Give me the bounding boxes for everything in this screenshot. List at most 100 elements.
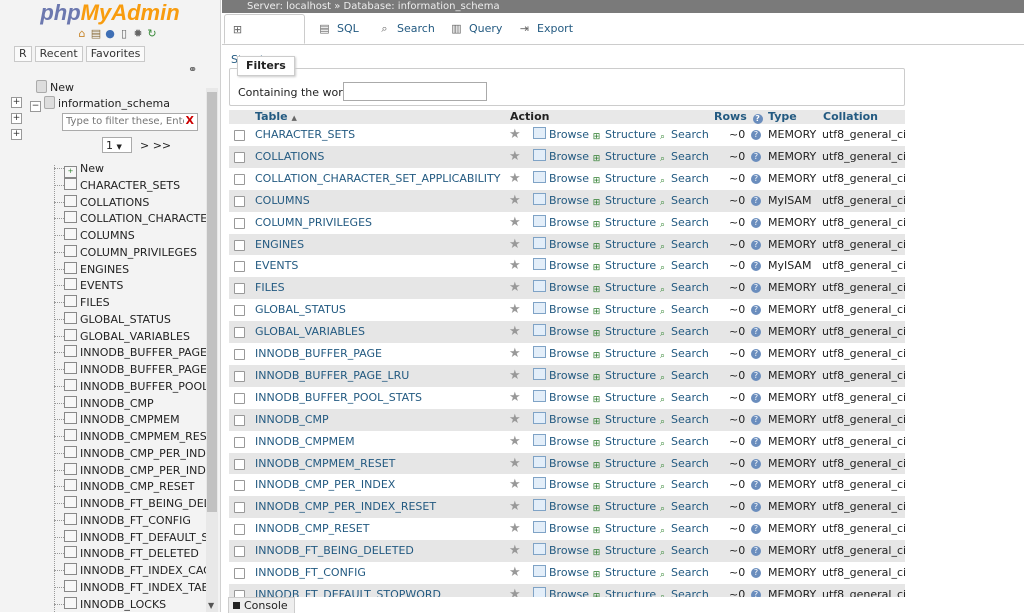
help-icon[interactable]: ● [104, 28, 116, 40]
tree-table-item[interactable]: INNODB_CMP [54, 396, 154, 411]
help-icon[interactable]: ? [751, 415, 761, 425]
row-checkbox[interactable] [234, 152, 245, 163]
row-checkbox[interactable] [234, 261, 245, 272]
search-link[interactable]: ⌕ Search [657, 255, 709, 277]
search-link[interactable]: ⌕ Search [657, 474, 709, 496]
favorite-star-icon[interactable]: ★ [509, 543, 521, 558]
browse-link[interactable]: Browse [533, 453, 589, 475]
filters-input[interactable] [343, 82, 487, 101]
collapse-icon[interactable]: − [30, 101, 41, 112]
scroll-down-icon[interactable]: ▼ [208, 601, 214, 610]
table-name-link[interactable]: INNODB_BUFFER_PAGE [255, 343, 382, 365]
row-checkbox[interactable] [234, 305, 245, 316]
row-checkbox[interactable] [234, 437, 245, 448]
search-link[interactable]: ⌕ Search [657, 212, 709, 234]
expand-icon[interactable]: + [11, 129, 22, 140]
favorite-star-icon[interactable]: ★ [509, 477, 521, 492]
tree-table-item[interactable]: INNODB_CMP_PER_INDI [54, 463, 209, 478]
home-icon[interactable]: ⌂ [76, 28, 88, 40]
row-checkbox[interactable] [234, 327, 245, 338]
settings-icon[interactable]: ✹ [132, 28, 144, 40]
help-icon[interactable]: ? [752, 114, 763, 124]
breadcrumb-text[interactable]: Server: localhost » Database: informatio… [247, 1, 500, 12]
tree-table-item[interactable]: INNODB_FT_CONFIG [54, 513, 191, 528]
row-checkbox[interactable] [234, 459, 245, 470]
tab-query[interactable]: ▥ Query [444, 14, 508, 44]
search-link[interactable]: ⌕ Search [657, 431, 709, 453]
browse-link[interactable]: Browse [533, 474, 589, 496]
row-checkbox[interactable] [234, 568, 245, 579]
favorite-star-icon[interactable]: ★ [509, 127, 521, 142]
tree-table-item[interactable]: GLOBAL_STATUS [54, 312, 171, 327]
row-checkbox[interactable] [234, 218, 245, 229]
row-checkbox[interactable] [234, 546, 245, 557]
browse-link[interactable]: Browse [533, 234, 589, 256]
table-name-link[interactable]: INNODB_CMP_RESET [255, 518, 369, 540]
tree-table-item[interactable]: INNODB_FT_DELETED [54, 546, 199, 561]
search-link[interactable]: ⌕ Search [657, 277, 709, 299]
header-table[interactable]: Table ▲ [255, 110, 297, 124]
search-link[interactable]: ⌕ Search [657, 234, 709, 256]
help-icon[interactable]: ? [751, 218, 761, 228]
tree-table-item[interactable]: INNODB_BUFFER_PAGE [54, 362, 207, 377]
refresh-icon[interactable]: ↻ [146, 28, 158, 40]
tree-table-item[interactable]: CHARACTER_SETS [54, 178, 180, 193]
row-checkbox[interactable] [234, 371, 245, 382]
console-button[interactable]: Console [228, 597, 295, 613]
structure-link[interactable]: ⊞ Structure [591, 387, 656, 409]
favorite-star-icon[interactable]: ★ [509, 280, 521, 295]
search-link[interactable]: ⌕ Search [657, 168, 709, 190]
favorite-star-icon[interactable]: ★ [509, 521, 521, 536]
structure-link[interactable]: ⊞ Structure [591, 453, 656, 475]
structure-link[interactable]: ⊞ Structure [591, 343, 656, 365]
header-collation[interactable]: Collation [823, 110, 878, 124]
nav-tab-favorites[interactable]: Favorites [85, 46, 146, 62]
browse-link[interactable]: Browse [533, 146, 589, 168]
nav-scrollbar-thumb[interactable] [207, 92, 217, 512]
phpmyadmin-logo[interactable]: phpMyAdmin [0, 0, 220, 26]
help-icon[interactable]: ? [751, 305, 761, 315]
favorite-star-icon[interactable]: ★ [509, 499, 521, 514]
help-icon[interactable]: ? [751, 459, 761, 469]
browse-link[interactable]: Browse [533, 190, 589, 212]
row-checkbox[interactable] [234, 196, 245, 207]
tree-table-item[interactable]: EVENTS [54, 278, 123, 293]
search-link[interactable]: ⌕ Search [657, 343, 709, 365]
table-name-link[interactable]: INNODB_FT_CONFIG [255, 562, 366, 584]
structure-link[interactable]: ⊞ Structure [591, 518, 656, 540]
browse-link[interactable]: Browse [533, 518, 589, 540]
tree-table-item[interactable]: INNODB_CMP_RESET [54, 479, 194, 494]
tree-table-item[interactable]: COLUMNS [54, 228, 135, 243]
browse-link[interactable]: Browse [533, 409, 589, 431]
table-name-link[interactable]: COLUMNS [255, 190, 310, 212]
expand-icon[interactable]: + [11, 113, 22, 124]
favorite-star-icon[interactable]: ★ [509, 258, 521, 273]
browse-link[interactable]: Browse [533, 496, 589, 518]
expand-icon[interactable]: + [11, 97, 22, 108]
search-link[interactable]: ⌕ Search [657, 562, 709, 584]
structure-link[interactable]: ⊞ Structure [591, 365, 656, 387]
help-icon[interactable]: ? [751, 524, 761, 534]
browse-link[interactable]: Browse [533, 168, 589, 190]
browse-link[interactable]: Browse [533, 540, 589, 562]
help-icon[interactable]: ? [751, 130, 761, 140]
favorite-star-icon[interactable]: ★ [509, 390, 521, 405]
structure-link[interactable]: ⊞ Structure [591, 299, 656, 321]
structure-link[interactable]: ⊞ Structure [591, 540, 656, 562]
tree-table-item[interactable]: COLLATIONS [54, 195, 149, 210]
tree-new-table[interactable]: + New [54, 161, 104, 178]
favorite-star-icon[interactable]: ★ [509, 368, 521, 383]
tree-new-database[interactable]: New [36, 80, 74, 95]
structure-link[interactable]: ⊞ Structure [591, 562, 656, 584]
table-name-link[interactable]: COLLATIONS [255, 146, 324, 168]
tab-search[interactable]: ⌕ Search [372, 14, 441, 44]
tree-table-item[interactable]: INNODB_FT_INDEX_TAB [54, 580, 209, 595]
tree-table-item[interactable]: FILES [54, 295, 110, 310]
table-name-link[interactable]: ENGINES [255, 234, 304, 256]
structure-link[interactable]: ⊞ Structure [591, 124, 656, 146]
table-name-link[interactable]: INNODB_CMP [255, 409, 329, 431]
header-rows[interactable]: Rows ? [714, 110, 763, 124]
help-icon[interactable]: ? [751, 502, 761, 512]
row-checkbox[interactable] [234, 240, 245, 251]
tree-table-item[interactable]: COLUMN_PRIVILEGES [54, 245, 197, 260]
